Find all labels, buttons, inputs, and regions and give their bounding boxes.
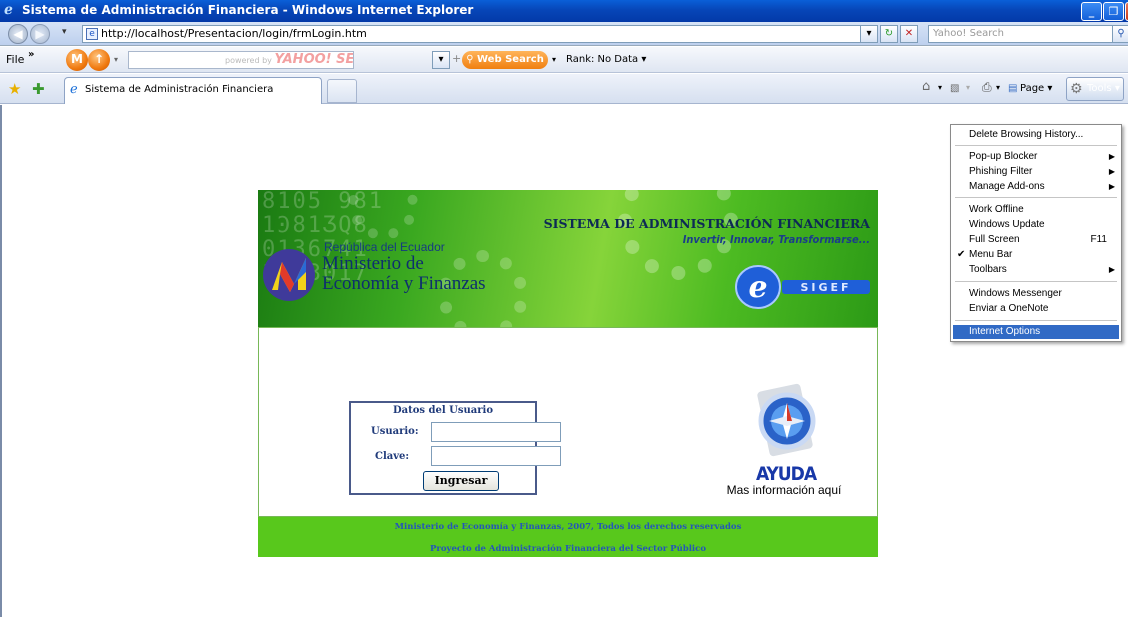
web-search-dropdown-icon[interactable]: ▾ [552,55,556,64]
home-dropdown-icon[interactable]: ▾ [938,83,942,92]
page-menu[interactable]: Page ▾ [1020,83,1052,94]
menu-separator [955,320,1117,321]
yahoo-toolbar: File » M ↑ ▾ powered by YAHOO! SEARCH ▾ … [0,47,1128,73]
help-title: AYUDA [755,463,817,485]
menu-item-phishing-filter[interactable]: Phishing Filter ▶ [953,165,1119,179]
sigef-text: SIGEF [800,281,851,294]
url-dropdown-icon[interactable]: ▾ [860,25,878,43]
search-input[interactable]: Yahoo! Search [928,25,1116,43]
new-tab-button[interactable] [327,79,357,103]
ministry-logo-icon [263,249,315,301]
menu-separator [955,197,1117,198]
svg-text:e: e [748,270,767,305]
rank-indicator[interactable]: Rank: No Data ▾ [566,54,646,65]
page-icon: e [86,28,98,40]
recent-pages-dropdown-icon[interactable]: ▾ [62,27,67,37]
yahoo-logo: YAHOO! SEARCH [274,52,354,67]
menu-separator [955,281,1117,282]
menu-item-windows-update[interactable]: Windows Update [953,218,1119,232]
ingresar-button[interactable]: Ingresar [423,471,499,491]
dropdown-icon[interactable]: ▾ [114,55,118,64]
file-menu[interactable]: File [6,53,24,66]
home-icon[interactable]: ⌂ [922,79,930,94]
title-bar: ℯ Sistema de Administración Financiera -… [0,0,1128,22]
yahoo-search-dropdown-icon[interactable]: ▾ [432,51,450,69]
tab-row: ★ ✚ ℯ Sistema de Administración Financie… [0,74,1128,104]
submenu-arrow-icon: ▶ [1108,152,1115,161]
system-name: SISTEMA DE ADMINISTRACIÓN FINANCIERA [543,216,870,231]
footer-copyright: Ministerio de Economía y Finanzas, 2007,… [394,522,742,532]
ministry-line-1: Ministerio de [322,253,424,274]
print-icon[interactable]: ⎙ [982,80,992,95]
footer-project: Proyecto de Administración Financiera de… [429,544,706,554]
help-subtitle: Mas información aquí [726,483,842,497]
menu-item-full-screen[interactable]: Full Screen F11 [953,233,1119,247]
login-form: Datos del Usuario Usuario: Clave: Ingres… [349,401,561,495]
help-link[interactable]: AYUDA Mas información aquí [699,383,869,503]
login-panel: Datos del Usuario Usuario: Clave: Ingres… [258,327,878,517]
print-dropdown-icon[interactable]: ▾ [996,83,1000,92]
feeds-dropdown-icon[interactable]: ▾ [966,83,970,92]
minimize-button[interactable]: _ [1081,2,1102,21]
menu-item-toolbars[interactable]: Toolbars ▶ [953,263,1119,277]
submenu-arrow-icon: ▶ [1108,265,1115,274]
tab-sistema[interactable]: ℯ Sistema de Administración Financiera [64,77,322,104]
refresh-icon[interactable]: ↻ [880,25,898,43]
chevron-icon[interactable]: » [28,49,34,60]
url-text: http://localhost/Presentacion/login/frmL… [101,27,367,40]
web-search-button[interactable]: ⚲ Web Search [462,51,548,69]
add-favorites-icon[interactable]: ✚ [32,80,45,98]
gear-icon: ⚙ [1070,81,1083,97]
submenu-arrow-icon: ▶ [1108,182,1115,191]
sigef-logo-icon: e SIGEF [735,265,870,309]
menu-item-internet-options[interactable]: Internet Options [953,325,1119,339]
tools-dropdown-menu: Delete Browsing History... Pop-up Blocke… [950,124,1122,342]
tools-label: Tools ▾ [1087,83,1120,94]
tab-label: Sistema de Administración Financiera [85,84,274,95]
page-menu-icon[interactable]: ▤ [1008,83,1017,94]
user-field[interactable] [431,422,561,442]
browser-window: ℯ Sistema de Administración Financiera -… [0,0,1128,617]
republic-label: República del Ecuador [324,240,445,254]
menu-item-popup-blocker[interactable]: Pop-up Blocker ▶ [953,150,1119,164]
menu-item-windows-messenger[interactable]: Windows Messenger [953,287,1119,301]
update-icon[interactable]: ↑ [88,49,110,71]
submenu-arrow-icon: ▶ [1108,167,1115,176]
powered-by-text: powered by [225,56,272,65]
password-field[interactable] [431,446,561,466]
login-heading: Datos del Usuario [392,405,494,416]
menu-separator [955,145,1117,146]
back-button[interactable]: ◀ [8,24,28,44]
stop-icon[interactable]: ✕ [900,25,918,43]
compass-help-icon [757,383,816,457]
header-banner: 8105 981 1Ͽ81ƷQ8 0136741 1813017 SISTEMA… [258,190,878,327]
menu-item-enviar-onenote[interactable]: Enviar a OneNote [953,302,1119,316]
user-label: Usuario: [371,426,419,437]
menu-item-delete-browsing-history[interactable]: Delete Browsing History... [953,128,1119,142]
yahoo-search-input[interactable]: powered by YAHOO! SEARCH [128,51,354,69]
plus-icon[interactable]: + [452,52,461,65]
page-footer: Ministerio de Economía y Finanzas, 2007,… [258,517,878,557]
mail-icon[interactable]: M [66,49,88,71]
feeds-icon[interactable]: ▧ [950,83,959,94]
checkmark-icon: ✔ [957,249,966,260]
favorites-star-icon[interactable]: ★ [8,80,21,98]
url-field[interactable]: e http://localhost/Presentacion/login/fr… [82,25,878,43]
window-title: Sistema de Administración Financiera - W… [22,3,474,17]
slogan: Invertir, Innovar, Transformarse... [682,233,870,246]
menu-item-work-offline[interactable]: Work Offline [953,203,1119,217]
forward-button[interactable]: ▶ [30,24,50,44]
ie-logo-icon: ℯ [4,2,13,18]
ministry-line-2: Economía y Finanzas [322,273,486,294]
ministry-name: Ministerio de Economía y Finanzas [322,254,486,294]
menu-item-manage-addons[interactable]: Manage Add-ons ▶ [953,180,1119,194]
menu-item-menu-bar[interactable]: ✔ Menu Bar [953,248,1119,262]
address-bar: ◀ ▶ ▾ e http://localhost/Presentacion/lo… [0,22,1128,46]
password-label: Clave: [375,451,410,462]
maximize-button[interactable]: ❐ [1103,2,1124,21]
shortcut-label: F11 [1090,234,1108,245]
ie-page-icon: ℯ [70,82,78,97]
search-icon[interactable]: ⚲ [1112,25,1128,43]
tools-menu-button[interactable]: ⚙ Tools ▾ [1066,77,1124,101]
